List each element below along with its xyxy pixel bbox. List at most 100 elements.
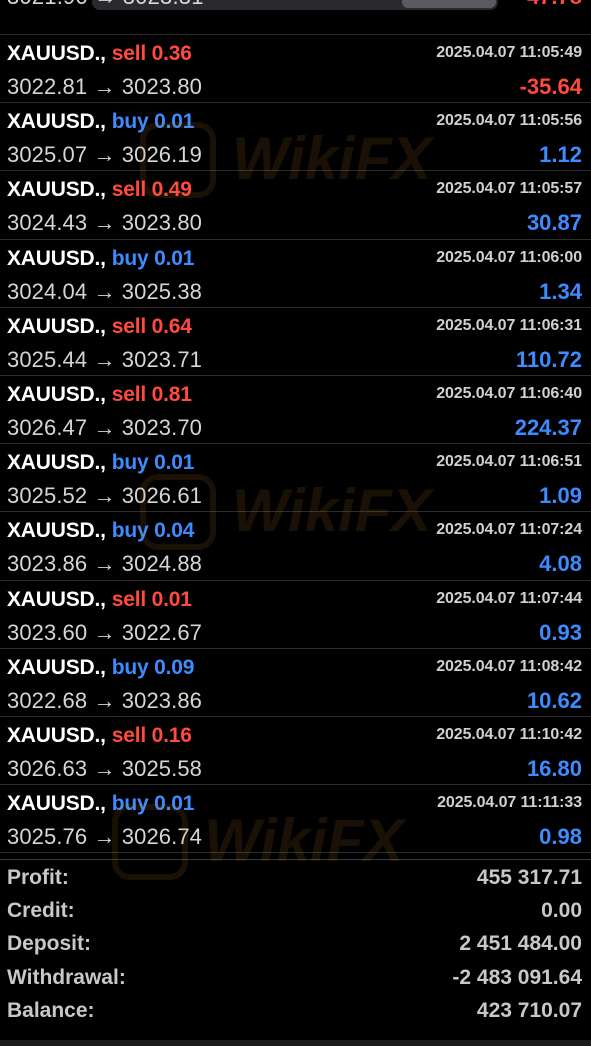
trade-datetime: 2025.04.07 11:06:51 bbox=[436, 453, 582, 471]
trade-datetime: 2025.04.07 11:05:57 bbox=[436, 180, 582, 198]
trade-datetime: 2025.04.07 11:05:49 bbox=[436, 44, 582, 61]
summary-row-credit: Credit: 0.00 bbox=[0, 893, 591, 926]
arrow-right-icon: → bbox=[93, 414, 116, 440]
arrow-right-icon: → bbox=[93, 210, 116, 236]
summary-label: Profit: bbox=[7, 866, 69, 889]
summary-row-balance: Balance: 423 710.07 bbox=[0, 993, 591, 1026]
summary-row-withdrawal: Withdrawal: -2 483 091.64 bbox=[0, 960, 591, 993]
trade-datetime: 2025.04.07 11:11:33 bbox=[437, 794, 582, 812]
trade-datetime: 2025.04.07 11:06:31 bbox=[436, 316, 582, 334]
trade-datetime: 2025.04.07 11:07:44 bbox=[436, 589, 582, 607]
trade-profit: 110.72 bbox=[515, 346, 582, 372]
trade-row[interactable]: XAUUSD., sell 0.01 2025.04.07 11:07:44 30… bbox=[0, 581, 591, 649]
trade-prices: 3022.68 → 3023.86 bbox=[7, 687, 203, 713]
trade-profit: 1.09 bbox=[539, 483, 582, 509]
trade-profit: 1.12 bbox=[539, 142, 582, 168]
trade-row[interactable]: XAUUSD., buy 0.01 2025.04.07 11:06:00 302… bbox=[0, 240, 591, 308]
trade-title: XAUUSD., buy 0.01 bbox=[7, 451, 194, 475]
trade-prices: 3022.81 → 3023.80 bbox=[7, 74, 203, 99]
partial-price: 3021.90 → 3023.31 bbox=[7, 0, 204, 10]
summary-value: -2 483 091.64 bbox=[452, 965, 582, 989]
trade-row[interactable]: XAUUSD., sell 0.49 2025.04.07 11:05:57 30… bbox=[0, 171, 591, 240]
trade-profit: 10.62 bbox=[526, 687, 582, 713]
trade-title: XAUUSD., sell 0.36 bbox=[7, 42, 192, 66]
arrow-right-icon: → bbox=[93, 483, 116, 509]
trade-row[interactable]: XAUUSD., buy 0.01 2025.04.07 11:11:33 302… bbox=[0, 785, 591, 854]
trade-profit: 1.34 bbox=[539, 278, 582, 304]
trade-datetime: 2025.04.07 11:07:24 bbox=[436, 521, 582, 539]
arrow-right-icon: → bbox=[93, 551, 116, 577]
trade-datetime: 2025.04.07 11:08:42 bbox=[436, 657, 582, 675]
summary-label: Withdrawal: bbox=[7, 965, 126, 989]
trade-profit: 4.08 bbox=[539, 551, 582, 577]
trade-prices: 3025.44 → 3023.71 bbox=[7, 346, 203, 372]
trade-prices: 3026.47 → 3023.70 bbox=[7, 414, 203, 440]
arrow-right-icon: → bbox=[93, 74, 116, 99]
trade-type: buy 0.04 bbox=[111, 519, 195, 543]
trade-row[interactable]: XAUUSD., buy 0.09 2025.04.07 11:08:42 302… bbox=[0, 649, 591, 717]
trade-type: buy 0.01 bbox=[111, 451, 195, 475]
summary-row-deposit: Deposit: 2 451 484.00 bbox=[0, 926, 591, 959]
summary-row-profit: Profit: 455 317.71 bbox=[0, 860, 591, 893]
trade-type: sell 0.16 bbox=[111, 723, 192, 747]
trade-title: XAUUSD., buy 0.04 bbox=[7, 519, 194, 543]
trade-type: buy 0.01 bbox=[111, 792, 195, 816]
trade-prices: 3025.07 → 3026.19 bbox=[7, 142, 203, 168]
trade-symbol: XAUUSD., bbox=[7, 246, 106, 270]
trade-symbol: XAUUSD., bbox=[7, 792, 106, 816]
trade-datetime: 2025.04.07 11:06:00 bbox=[436, 248, 582, 266]
arrow-right-icon: → bbox=[93, 346, 116, 372]
trade-type: sell 0.64 bbox=[111, 314, 192, 338]
summary-value: 0.00 bbox=[541, 899, 582, 923]
trade-type: sell 0.36 bbox=[111, 42, 192, 65]
trade-prices: 3026.63 → 3025.58 bbox=[7, 755, 203, 781]
trade-row[interactable]: XAUUSD., sell 0.64 2025.04.07 11:06:31 30… bbox=[0, 308, 591, 376]
trade-prices: 3025.76 → 3026.74 bbox=[7, 824, 203, 850]
trade-type: buy 0.09 bbox=[111, 655, 195, 679]
trade-title: XAUUSD., sell 0.81 bbox=[7, 383, 192, 407]
trade-title: XAUUSD., buy 0.01 bbox=[7, 110, 194, 134]
bottom-divider bbox=[0, 1040, 591, 1046]
trade-title: XAUUSD., buy 0.09 bbox=[7, 656, 194, 680]
partial-trade-row[interactable]: 3021.90 → 3023.31 47.78 bbox=[0, 0, 591, 35]
arrow-right-icon: → bbox=[93, 755, 116, 781]
arrow-right-icon: → bbox=[93, 278, 116, 304]
arrow-right-icon: → bbox=[93, 824, 116, 850]
trade-symbol: XAUUSD., bbox=[7, 382, 106, 406]
summary-label: Credit: bbox=[7, 899, 75, 923]
trade-profit: -35.64 bbox=[519, 74, 582, 99]
trade-row[interactable]: XAUUSD., buy 0.01 2025.04.07 11:05:56 302… bbox=[0, 103, 591, 172]
trade-row[interactable]: XAUUSD., sell 0.81 2025.04.07 11:06:40 30… bbox=[0, 376, 591, 445]
trade-history-list: XAUUSD., sell 0.36 2025.04.07 11:05:49 30… bbox=[0, 35, 591, 854]
trade-datetime: 2025.04.07 11:10:42 bbox=[436, 725, 582, 743]
trade-row[interactable]: XAUUSD., buy 0.04 2025.04.07 11:07:24 302… bbox=[0, 512, 591, 581]
arrow-right-icon: → bbox=[93, 619, 116, 645]
trade-profit: 224.37 bbox=[514, 414, 582, 440]
trade-row[interactable]: XAUUSD., buy 0.01 2025.04.07 11:06:51 302… bbox=[0, 444, 591, 513]
trade-row[interactable]: XAUUSD., sell 0.16 2025.04.07 11:10:42 30… bbox=[0, 717, 591, 786]
trade-prices: 3023.86 → 3024.88 bbox=[7, 551, 203, 577]
trade-symbol: XAUUSD., bbox=[7, 178, 106, 202]
summary-label: Deposit: bbox=[7, 932, 91, 956]
trade-datetime: 2025.04.07 11:05:56 bbox=[436, 112, 582, 130]
partial-profit: 47.78 bbox=[527, 0, 582, 10]
trade-profit: 30.87 bbox=[526, 210, 582, 236]
summary-value: 423 710.07 bbox=[476, 998, 582, 1022]
summary-value: 2 451 484.00 bbox=[459, 932, 582, 956]
trade-title: XAUUSD., buy 0.01 bbox=[7, 792, 194, 816]
trade-prices: 3024.04 → 3025.38 bbox=[7, 278, 203, 304]
trade-prices: 3025.52 → 3026.61 bbox=[7, 483, 203, 509]
trade-symbol: XAUUSD., bbox=[7, 587, 106, 611]
trade-prices: 3024.43 → 3023.80 bbox=[7, 210, 203, 236]
trade-profit: 16.80 bbox=[526, 755, 582, 781]
trade-row[interactable]: XAUUSD., sell 0.36 2025.04.07 11:05:49 30… bbox=[0, 35, 591, 104]
arrow-right-icon: → bbox=[93, 687, 116, 713]
trade-type: buy 0.01 bbox=[111, 110, 195, 134]
trade-profit: 0.98 bbox=[539, 824, 582, 850]
trade-symbol: XAUUSD., bbox=[7, 451, 106, 475]
trade-datetime: 2025.04.07 11:06:40 bbox=[436, 384, 582, 402]
summary-value: 455 317.71 bbox=[476, 866, 582, 889]
trade-symbol: XAUUSD., bbox=[7, 723, 106, 747]
trade-type: sell 0.49 bbox=[111, 178, 192, 202]
summary-label: Balance: bbox=[7, 998, 95, 1022]
